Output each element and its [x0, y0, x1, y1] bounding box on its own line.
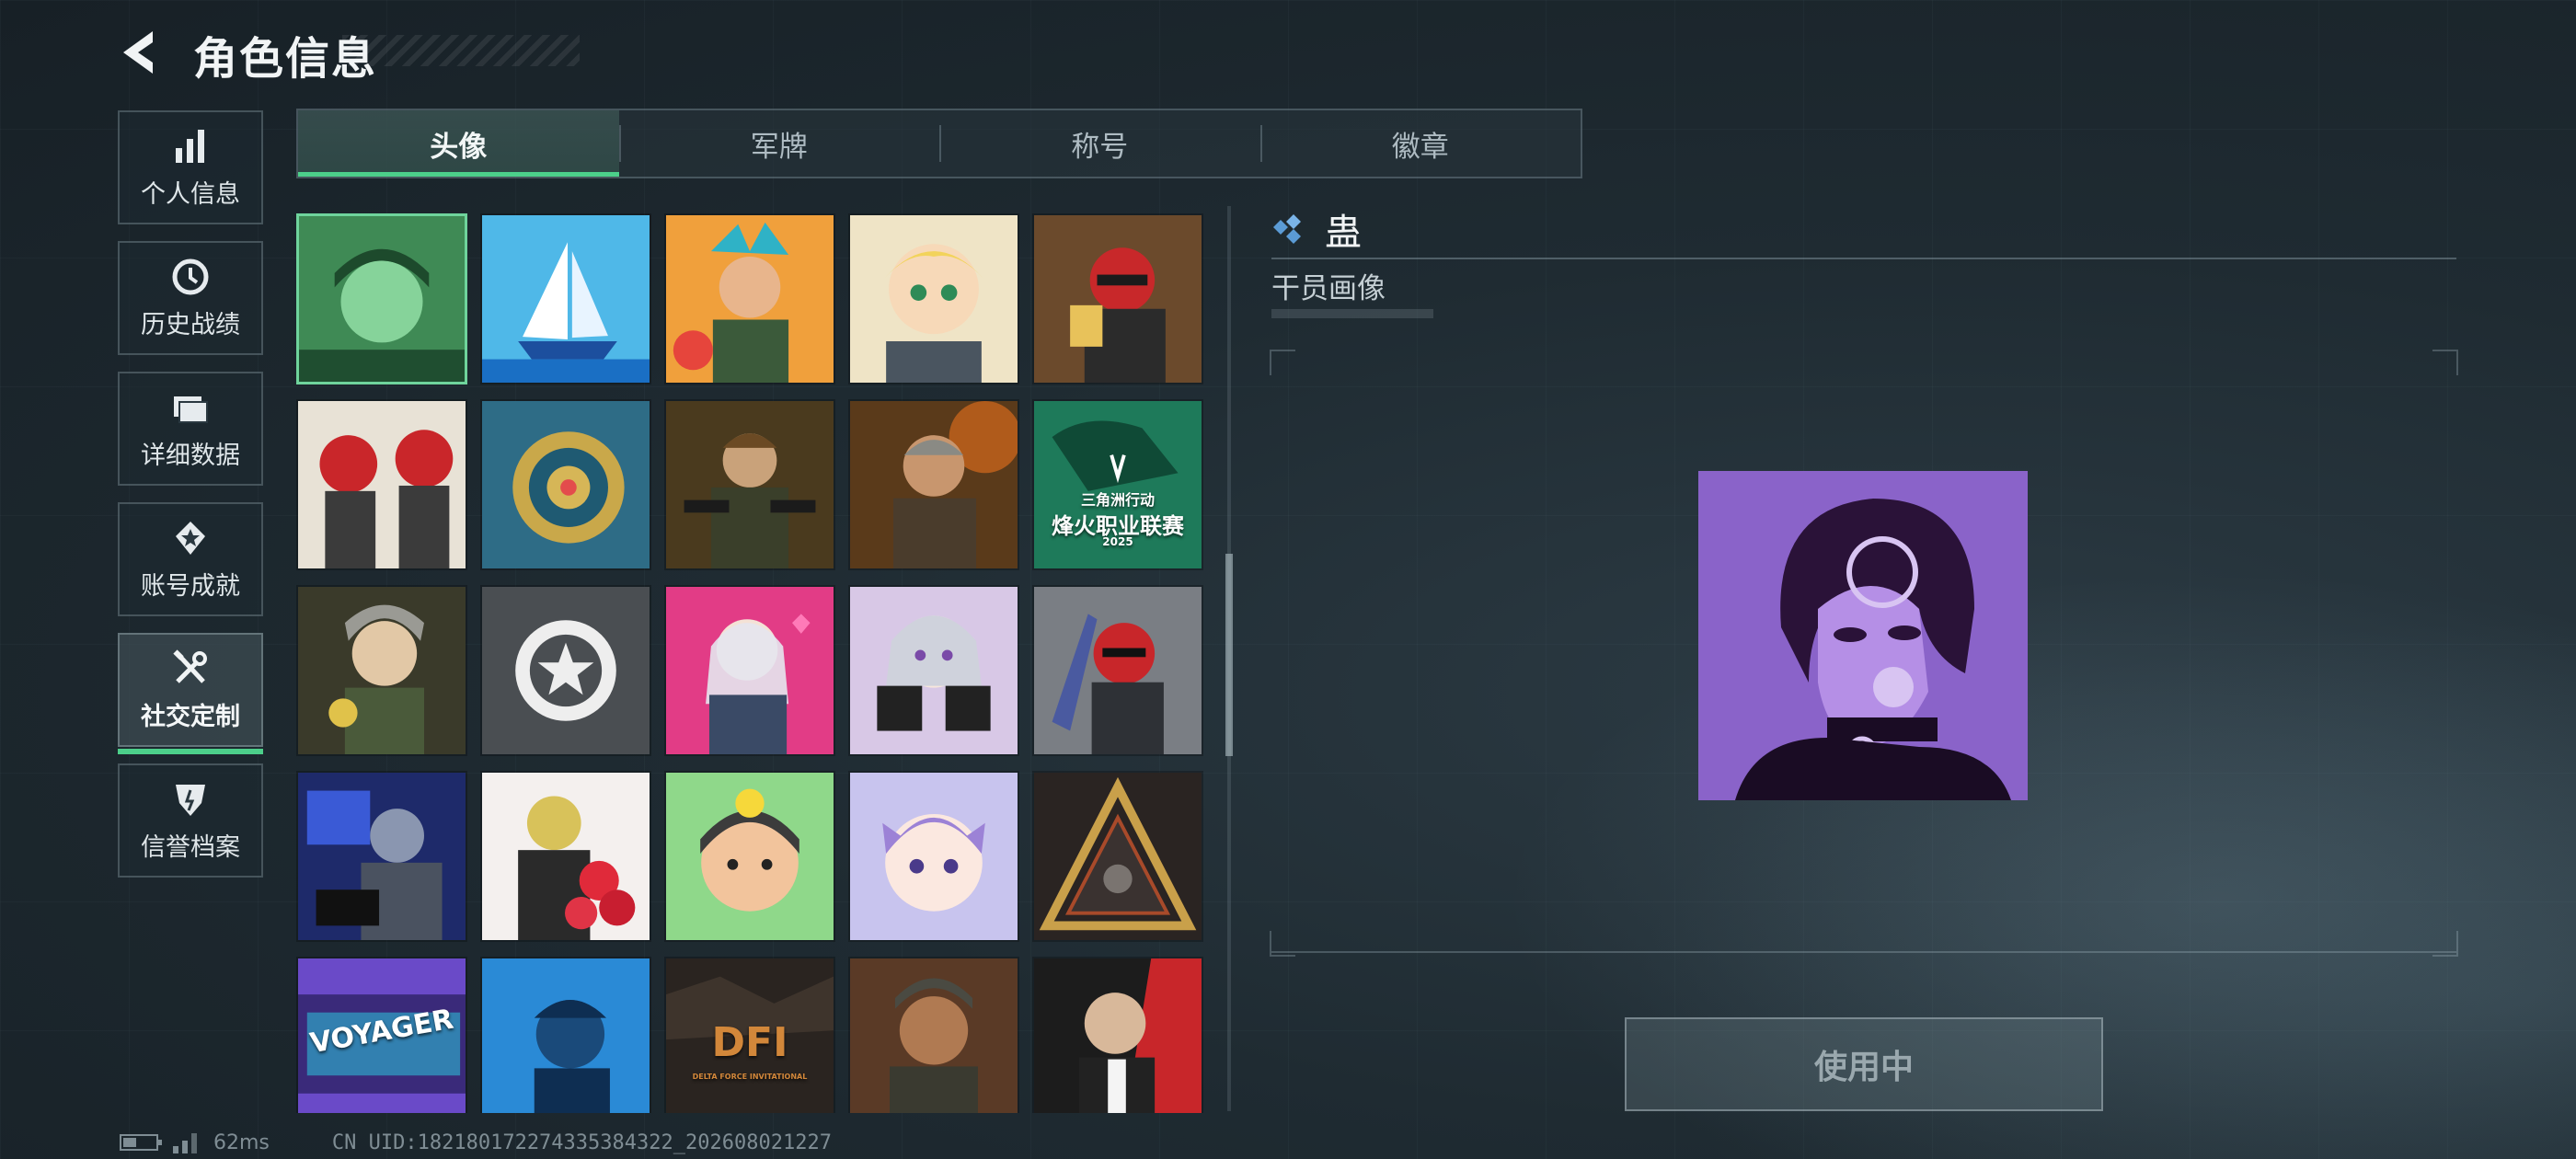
tab-avatar[interactable]: 头像: [298, 110, 619, 177]
avatar-tile[interactable]: DFI DELTA FORCE INVITATIONAL: [664, 957, 835, 1113]
battery-icon: [120, 1134, 162, 1151]
avatar-tile[interactable]: [296, 585, 467, 756]
bar-chart-icon: [176, 129, 204, 163]
avatar-tile[interactable]: [664, 399, 835, 570]
avatar-tile[interactable]: [480, 213, 651, 384]
history-icon: [172, 258, 209, 294]
sidebar-item-personal-info[interactable]: 个人信息: [118, 110, 263, 224]
avatar-tile[interactable]: VOYAGER: [296, 957, 467, 1113]
avatar-tile[interactable]: [848, 771, 1019, 942]
avatar-preview-image: [1698, 471, 2028, 800]
avatar-tile[interactable]: [296, 399, 467, 570]
avatar-tile[interactable]: [296, 213, 467, 384]
sidebar-item-label: 个人信息: [141, 179, 240, 209]
avatar-tile[interactable]: [848, 213, 1019, 384]
status-bar: 62ms CN UID:182180172274335384322_202608…: [120, 1130, 832, 1155]
shield-icon: [176, 784, 205, 816]
tools-icon: [173, 648, 207, 683]
signal-icon: [173, 1133, 197, 1153]
sidebar-item-detailed-data[interactable]: 详细数据: [118, 372, 263, 486]
back-arrow-icon: [123, 31, 153, 74]
selected-avatar-name: 蛊: [1325, 212, 1362, 254]
user-uid: CN UID:182180172274335384322_20260802122…: [331, 1130, 832, 1154]
sidebar-item-history[interactable]: 历史战绩: [118, 241, 263, 355]
tab-title[interactable]: 称号: [939, 110, 1260, 177]
avatar-tile[interactable]: [480, 771, 651, 942]
tab-bar: 头像 军牌 称号 徽章: [296, 109, 1582, 178]
avatar-tile[interactable]: [664, 585, 835, 756]
avatar-tile[interactable]: [848, 585, 1019, 756]
tab-badge[interactable]: 徽章: [1259, 110, 1581, 177]
avatar-tile[interactable]: [664, 771, 835, 942]
avatar-tile[interactable]: [1032, 213, 1203, 384]
avatar-tile[interactable]: [480, 585, 651, 756]
tile-caption: 2025: [1102, 535, 1133, 548]
sidebar-item-label: 社交定制: [141, 702, 240, 731]
title-decoration: [342, 35, 580, 66]
tile-caption: DELTA FORCE INVITATIONAL: [692, 1073, 808, 1081]
selected-avatar-heading: 蛊: [1271, 202, 1362, 256]
divider: [1271, 951, 2456, 953]
avatar-tile[interactable]: [480, 957, 651, 1113]
sidebar-item-social-custom[interactable]: 社交定制: [118, 633, 263, 754]
ping-value: 62ms: [213, 1130, 270, 1154]
avatar-tile[interactable]: [664, 213, 835, 384]
tab-military-tag[interactable]: 军牌: [618, 110, 940, 177]
sidebar-item-achievements[interactable]: 账号成就: [118, 502, 263, 616]
blurred-subtext: [1271, 309, 1433, 318]
sidebar-item-credit-file[interactable]: 信誉档案: [118, 763, 263, 878]
sidebar-item-label: 详细数据: [141, 441, 240, 470]
tile-caption: DFI: [711, 1019, 788, 1066]
in-use-button[interactable]: 使用中: [1625, 1017, 2103, 1111]
back-button[interactable]: [116, 28, 166, 77]
avatar-tile[interactable]: [296, 771, 467, 942]
tile-caption: 三角洲行动: [1080, 491, 1155, 509]
avatar-tile[interactable]: [1032, 957, 1203, 1113]
avatar-grid: 三角洲行动 烽火职业联赛 2025 VOYAGER DFI DELTA FORC…: [296, 213, 1216, 1113]
folder-icon: [174, 396, 208, 423]
sidebar-item-label: 账号成就: [141, 571, 240, 601]
avatar-tile[interactable]: [480, 399, 651, 570]
medal-icon: [176, 521, 205, 555]
divider: [1271, 258, 2456, 259]
avatar-tile[interactable]: [1032, 585, 1203, 756]
avatar-tile[interactable]: 三角洲行动 烽火职业联赛 2025: [1032, 399, 1203, 570]
avatar-category: 干员画像: [1271, 272, 1386, 305]
sidebar-item-label: 历史战绩: [141, 310, 240, 339]
avatar-tile[interactable]: [848, 957, 1019, 1113]
avatar-tile[interactable]: [848, 399, 1019, 570]
diamond-icon: [1273, 214, 1301, 244]
avatar-tile[interactable]: [1032, 771, 1203, 942]
scrollbar-thumb[interactable]: [1225, 554, 1233, 756]
sidebar-item-label: 信誉档案: [141, 832, 240, 862]
